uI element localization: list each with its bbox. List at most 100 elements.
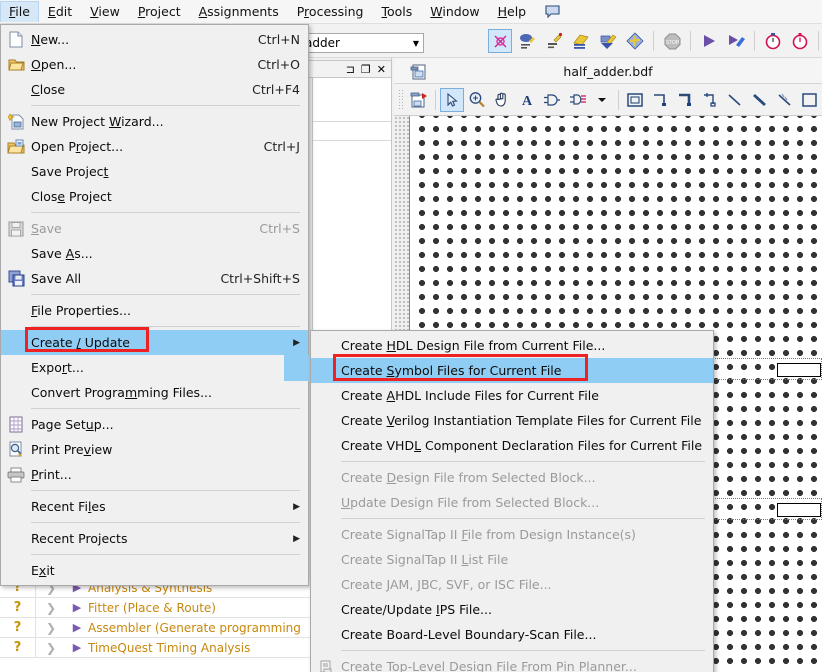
submenu-item-create-vhdl-component-declaration[interactable]: Create VHDL Component Declaration Files …	[311, 433, 713, 458]
menu-item-print-preview[interactable]: Print Preview	[1, 437, 308, 462]
close-icon[interactable]: ✕	[377, 63, 386, 76]
stop-compilation-icon[interactable]	[488, 29, 512, 53]
speech-balloon-icon[interactable]	[535, 5, 570, 18]
menubar-item-help[interactable]: Help	[489, 1, 536, 23]
chevron-right-icon[interactable]: ❯	[36, 641, 66, 655]
chevron-right-icon[interactable]: ❯	[36, 621, 66, 635]
submenu-item-create-verilog-instantiation-template-label: Create Verilog Instantiation Template Fi…	[341, 413, 702, 428]
chevron-right-icon: ▶	[293, 533, 300, 544]
task-label: Fitter (Place & Route)	[88, 600, 216, 615]
start-fitter-icon[interactable]	[596, 29, 620, 53]
diagonal-conduit-line-icon[interactable]	[773, 88, 797, 112]
analysis-synthesis-icon[interactable]	[542, 29, 566, 53]
quartus-window: File Edit View Project Assignments Proce…	[0, 0, 822, 672]
menubar-item-edit[interactable]: Edit	[39, 1, 81, 23]
play-icon[interactable]: ▶	[66, 641, 88, 654]
table-row[interactable]: ? ❯ ▶ TimeQuest Timing Analysis	[0, 637, 310, 658]
menu-item-open-project[interactable]: Open Project... Ctrl+J	[1, 134, 308, 159]
toolbar-grip[interactable]	[398, 88, 403, 111]
menu-item-save-all[interactable]: Save All Ctrl+Shift+S	[1, 266, 308, 291]
task-label: Assembler (Generate programming	[88, 620, 301, 635]
chevron-down-icon[interactable]: ▼	[413, 39, 419, 48]
orthogonal-bus-line-icon[interactable]	[673, 88, 697, 112]
menu-item-print[interactable]: Print...	[1, 462, 308, 487]
menu-item-save-project-label: Save Project	[31, 164, 109, 179]
table-row[interactable]: ? ❯ ▶ Fitter (Place & Route)	[0, 597, 310, 618]
new-file-icon	[1, 27, 31, 52]
menu-bar: File Edit View Project Assignments Proce…	[0, 0, 822, 24]
create-update-submenu[interactable]: Create HDL Design File from Current File…	[310, 330, 714, 672]
submenu-item-create-ahdl-include-files[interactable]: Create AHDL Include Files for Current Fi…	[311, 383, 713, 408]
menu-separator	[31, 326, 300, 327]
menu-item-export[interactable]: Export...	[1, 355, 308, 380]
menu-item-recent-projects[interactable]: Recent Projects ▶	[1, 526, 308, 551]
assembler-icon[interactable]	[623, 29, 647, 53]
menubar-item-tools[interactable]: Tools	[373, 1, 422, 23]
menu-item-convert-programming-files[interactable]: Convert Programming Files...	[1, 380, 308, 405]
timequest-icon[interactable]	[788, 29, 812, 53]
menu-item-close[interactable]: Close Ctrl+F4	[1, 77, 308, 102]
menu-item-new[interactable]: New... Ctrl+N	[1, 27, 308, 52]
project-combo[interactable]: adder ▼	[300, 33, 424, 53]
menu-item-create-update[interactable]: Create / Update ▶	[1, 330, 308, 355]
chevron-right-icon: ▶	[293, 501, 300, 512]
menubar-item-assignments[interactable]: Assignments	[190, 1, 288, 23]
dropdown-caret-icon[interactable]	[590, 88, 614, 112]
analysis-elaboration-icon[interactable]	[515, 29, 539, 53]
menu-item-recent-files[interactable]: Recent Files ▶	[1, 494, 308, 519]
start-analysis-icon[interactable]	[724, 29, 748, 53]
stop-sign-icon[interactable]: STOP	[660, 29, 684, 53]
pin-icon[interactable]: ⊐	[346, 63, 355, 76]
menu-item-save-label: Save	[31, 221, 62, 236]
symbol-tool-icon[interactable]	[540, 88, 564, 112]
new-symbol-icon[interactable]	[407, 88, 431, 112]
menu-item-file-properties[interactable]: File Properties...	[1, 298, 308, 323]
submenu-item-create-verilog-instantiation-template[interactable]: Create Verilog Instantiation Template Fi…	[311, 408, 713, 433]
diagonal-bus-line-icon[interactable]	[748, 88, 772, 112]
submenu-item-create-update-ips-file[interactable]: Create/Update IPS File...	[311, 597, 713, 622]
menu-item-new-project-wizard[interactable]: New Project Wizard...	[1, 109, 308, 134]
play-icon[interactable]: ▶	[66, 621, 88, 634]
menu-separator	[31, 490, 300, 491]
menu-item-save-project[interactable]: Save Project	[1, 159, 308, 184]
file-menu[interactable]: New... Ctrl+N Open... Ctrl+O Close Ctrl+…	[0, 24, 309, 586]
table-row[interactable]: ? ❯ ▶ Assembler (Generate programming	[0, 617, 310, 638]
start-icon[interactable]	[697, 29, 721, 53]
menubar-item-view[interactable]: View	[81, 1, 129, 23]
hand-pan-icon[interactable]	[490, 88, 514, 112]
submenu-item-create-symbol-files[interactable]: Create Symbol Files for Current File	[311, 358, 713, 383]
menubar-item-processing[interactable]: Processing	[288, 1, 373, 23]
menubar-item-window[interactable]: Window	[421, 1, 488, 23]
menu-item-close-project[interactable]: Close Project	[1, 184, 308, 209]
diagonal-node-line-icon[interactable]	[723, 88, 747, 112]
rectangle-tool-icon[interactable]	[623, 88, 647, 112]
orthogonal-conduit-line-icon[interactable]	[698, 88, 722, 112]
menu-separator	[31, 522, 300, 523]
menu-item-exit[interactable]: Exit	[1, 558, 308, 583]
menu-item-convert-programming-files-label: Convert Programming Files...	[31, 385, 212, 400]
menubar-item-project[interactable]: Project	[129, 1, 190, 23]
submenu-item-update-design-file-from-block: Update Design File from Selected Block..…	[311, 490, 713, 515]
menu-item-recent-projects-label: Recent Projects	[31, 531, 128, 546]
restore-icon[interactable]: ❐	[361, 63, 371, 76]
menubar-item-file[interactable]: File	[0, 1, 39, 22]
zoom-icon[interactable]	[465, 88, 489, 112]
submenu-item-create-board-level-boundary-scan-file[interactable]: Create Board-Level Boundary-Scan File...	[311, 622, 713, 647]
text-tool-icon[interactable]: A	[515, 88, 539, 112]
menu-item-close-project-label: Close Project	[31, 189, 112, 204]
block-tool-icon[interactable]	[565, 88, 589, 112]
timing-analyzer-icon[interactable]	[761, 29, 785, 53]
orthogonal-node-line-icon[interactable]	[648, 88, 672, 112]
chevron-right-icon[interactable]: ❯	[36, 601, 66, 615]
play-icon[interactable]: ▶	[66, 601, 88, 614]
toolbar-separator	[754, 31, 755, 51]
menu-item-open[interactable]: Open... Ctrl+O	[1, 52, 308, 77]
menu-item-save-as-label: Save As...	[31, 246, 93, 261]
rubberbanding-icon[interactable]	[798, 88, 822, 112]
menu-item-page-setup[interactable]: Page Setup...	[1, 412, 308, 437]
select-arrow-icon[interactable]	[439, 87, 464, 112]
start-compilation-icon[interactable]	[569, 29, 593, 53]
menu-item-save-as[interactable]: Save As...	[1, 241, 308, 266]
chevron-right-icon: ▶	[293, 337, 300, 348]
submenu-item-create-hdl-design-file[interactable]: Create HDL Design File from Current File…	[311, 333, 713, 358]
